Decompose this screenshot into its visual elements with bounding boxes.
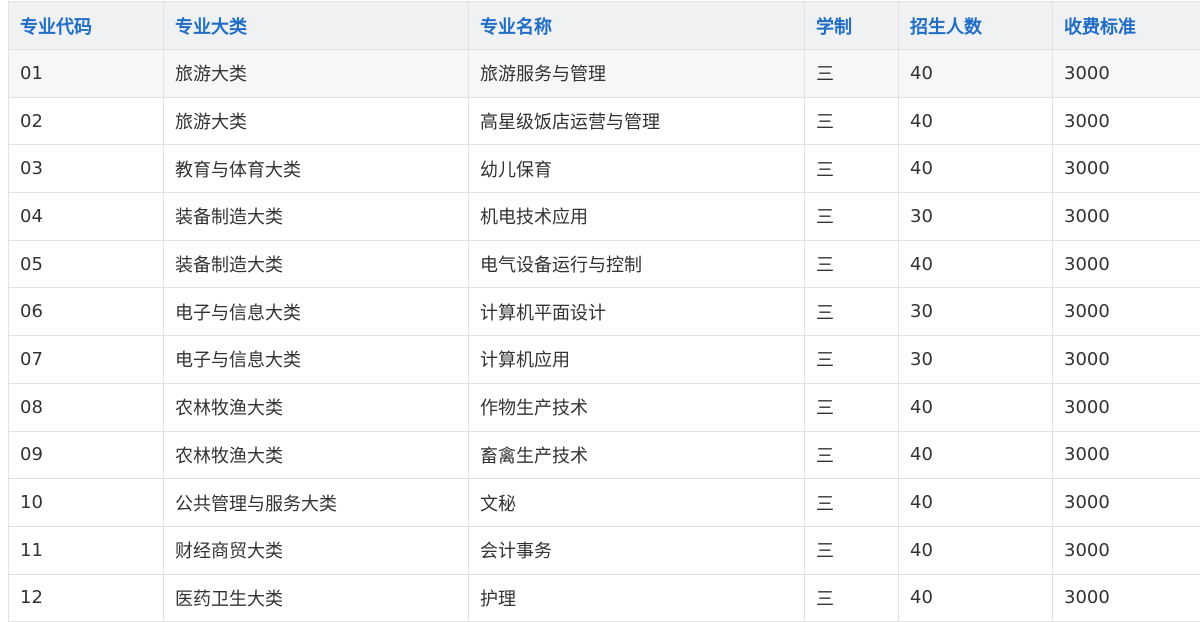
cell-duration: 三	[805, 431, 899, 479]
header-fee: 收费标准	[1053, 2, 1200, 50]
cell-major-name: 计算机应用	[469, 336, 805, 384]
cell-fee: 3000	[1053, 240, 1200, 288]
header-enrollment: 招生人数	[899, 2, 1053, 50]
cell-enrollment: 40	[899, 479, 1053, 527]
table-row: 06电子与信息大类计算机平面设计三303000	[9, 288, 1200, 336]
cell-duration: 三	[805, 383, 899, 431]
cell-major-category: 电子与信息大类	[164, 336, 469, 384]
table-row: 10公共管理与服务大类文秘三403000	[9, 479, 1200, 527]
cell-enrollment: 30	[899, 193, 1053, 241]
cell-enrollment: 30	[899, 336, 1053, 384]
cell-major-name: 旅游服务与管理	[469, 50, 805, 98]
cell-major-category: 旅游大类	[164, 97, 469, 145]
cell-major-code: 04	[9, 193, 164, 241]
cell-enrollment: 40	[899, 383, 1053, 431]
cell-major-category: 公共管理与服务大类	[164, 479, 469, 527]
cell-major-code: 07	[9, 336, 164, 384]
table-row: 05装备制造大类电气设备运行与控制三403000	[9, 240, 1200, 288]
cell-major-code: 06	[9, 288, 164, 336]
cell-major-category: 装备制造大类	[164, 240, 469, 288]
table-row: 02旅游大类高星级饭店运营与管理三403000	[9, 97, 1200, 145]
cell-major-name: 机电技术应用	[469, 193, 805, 241]
cell-major-category: 医药卫生大类	[164, 574, 469, 622]
cell-duration: 三	[805, 145, 899, 193]
table-row: 03教育与体育大类幼儿保育三403000	[9, 145, 1200, 193]
table-row: 01旅游大类旅游服务与管理三403000	[9, 50, 1200, 98]
cell-duration: 三	[805, 479, 899, 527]
cell-fee: 3000	[1053, 383, 1200, 431]
cell-fee: 3000	[1053, 97, 1200, 145]
header-major-name: 专业名称	[469, 2, 805, 50]
header-row: 专业代码 专业大类 专业名称 学制 招生人数 收费标准	[9, 2, 1200, 50]
cell-enrollment: 40	[899, 50, 1053, 98]
cell-major-name: 文秘	[469, 479, 805, 527]
cell-enrollment: 30	[899, 288, 1053, 336]
cell-fee: 3000	[1053, 193, 1200, 241]
cell-major-code: 01	[9, 50, 164, 98]
cell-major-code: 02	[9, 97, 164, 145]
cell-major-code: 03	[9, 145, 164, 193]
cell-duration: 三	[805, 193, 899, 241]
cell-major-category: 电子与信息大类	[164, 288, 469, 336]
cell-major-code: 11	[9, 526, 164, 574]
cell-fee: 3000	[1053, 574, 1200, 622]
cell-major-name: 高星级饭店运营与管理	[469, 97, 805, 145]
cell-fee: 3000	[1053, 479, 1200, 527]
table-row: 09农林牧渔大类畜禽生产技术三403000	[9, 431, 1200, 479]
cell-major-category: 旅游大类	[164, 50, 469, 98]
cell-fee: 3000	[1053, 288, 1200, 336]
cell-major-category: 农林牧渔大类	[164, 383, 469, 431]
cell-fee: 3000	[1053, 526, 1200, 574]
cell-major-code: 10	[9, 479, 164, 527]
cell-duration: 三	[805, 526, 899, 574]
cell-duration: 三	[805, 336, 899, 384]
cell-enrollment: 40	[899, 526, 1053, 574]
cell-fee: 3000	[1053, 431, 1200, 479]
cell-duration: 三	[805, 97, 899, 145]
cell-enrollment: 40	[899, 431, 1053, 479]
enrollment-table-container: 专业代码 专业大类 专业名称 学制 招生人数 收费标准 01旅游大类旅游服务与管…	[8, 1, 1200, 622]
cell-duration: 三	[805, 240, 899, 288]
table-row: 07电子与信息大类计算机应用三303000	[9, 336, 1200, 384]
cell-major-name: 会计事务	[469, 526, 805, 574]
cell-major-name: 计算机平面设计	[469, 288, 805, 336]
header-major-category: 专业大类	[164, 2, 469, 50]
cell-major-name: 畜禽生产技术	[469, 431, 805, 479]
cell-fee: 3000	[1053, 50, 1200, 98]
cell-major-code: 12	[9, 574, 164, 622]
table-row: 08农林牧渔大类作物生产技术三403000	[9, 383, 1200, 431]
enrollment-table: 专业代码 专业大类 专业名称 学制 招生人数 收费标准 01旅游大类旅游服务与管…	[8, 1, 1200, 622]
cell-fee: 3000	[1053, 145, 1200, 193]
cell-major-code: 05	[9, 240, 164, 288]
cell-major-code: 08	[9, 383, 164, 431]
cell-major-name: 幼儿保育	[469, 145, 805, 193]
table-body: 01旅游大类旅游服务与管理三40300002旅游大类高星级饭店运营与管理三403…	[9, 50, 1200, 622]
table-row: 04装备制造大类机电技术应用三303000	[9, 193, 1200, 241]
header-duration: 学制	[805, 2, 899, 50]
cell-major-category: 农林牧渔大类	[164, 431, 469, 479]
cell-major-category: 教育与体育大类	[164, 145, 469, 193]
cell-enrollment: 40	[899, 574, 1053, 622]
cell-major-category: 装备制造大类	[164, 193, 469, 241]
cell-fee: 3000	[1053, 336, 1200, 384]
cell-enrollment: 40	[899, 145, 1053, 193]
cell-major-name: 作物生产技术	[469, 383, 805, 431]
header-major-code: 专业代码	[9, 2, 164, 50]
cell-major-category: 财经商贸大类	[164, 526, 469, 574]
cell-duration: 三	[805, 50, 899, 98]
table-row: 11财经商贸大类会计事务三403000	[9, 526, 1200, 574]
table-header: 专业代码 专业大类 专业名称 学制 招生人数 收费标准	[9, 2, 1200, 50]
cell-duration: 三	[805, 574, 899, 622]
cell-enrollment: 40	[899, 240, 1053, 288]
cell-major-code: 09	[9, 431, 164, 479]
cell-major-name: 电气设备运行与控制	[469, 240, 805, 288]
table-row: 12医药卫生大类护理三403000	[9, 574, 1200, 622]
cell-enrollment: 40	[899, 97, 1053, 145]
cell-duration: 三	[805, 288, 899, 336]
cell-major-name: 护理	[469, 574, 805, 622]
